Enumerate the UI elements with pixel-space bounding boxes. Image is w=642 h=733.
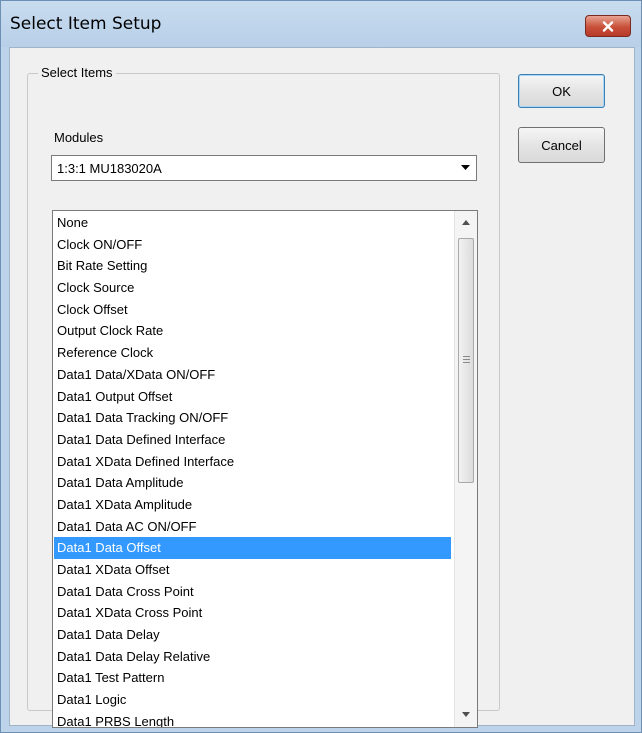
close-button[interactable] bbox=[585, 15, 631, 37]
list-item[interactable]: Data1 Data/XData ON/OFF bbox=[54, 364, 451, 386]
list-item[interactable]: Clock Source bbox=[54, 277, 451, 299]
list-item[interactable]: Data1 Data Tracking ON/OFF bbox=[54, 407, 451, 429]
list-item[interactable]: Data1 Logic bbox=[54, 689, 451, 711]
arrow-up-icon bbox=[462, 219, 470, 225]
ok-button[interactable]: OK bbox=[518, 74, 605, 108]
list-item[interactable]: Clock Offset bbox=[54, 299, 451, 321]
modules-label: Modules bbox=[54, 130, 104, 145]
scroll-down-button[interactable] bbox=[455, 705, 477, 723]
list-item[interactable]: Data1 Data Offset bbox=[54, 537, 451, 559]
list-item[interactable]: Bit Rate Setting bbox=[54, 255, 451, 277]
thumb-grip-line bbox=[463, 362, 470, 363]
modules-dropdown[interactable]: 1:3:1 MU183020A bbox=[51, 155, 477, 181]
list-item[interactable]: Data1 Test Pattern bbox=[54, 667, 451, 689]
title-bar[interactable]: Select Item Setup bbox=[1, 1, 641, 47]
list-item[interactable]: None bbox=[54, 212, 451, 234]
arrow-down-icon bbox=[462, 711, 470, 717]
dialog-window: Select Item Setup Select Items Modules 1… bbox=[0, 0, 642, 733]
list-item[interactable]: Data1 Data Delay bbox=[54, 624, 451, 646]
thumb-grip-line bbox=[463, 356, 470, 357]
list-item[interactable]: Data1 XData Amplitude bbox=[54, 494, 451, 516]
select-items-group: Select Items Modules 1:3:1 MU183020A Non… bbox=[27, 65, 500, 728]
dropdown-button[interactable] bbox=[455, 157, 475, 179]
group-label: Select Items bbox=[38, 65, 116, 80]
list-item[interactable]: Data1 XData Defined Interface bbox=[54, 451, 451, 473]
window-title: Select Item Setup bbox=[10, 14, 162, 34]
dialog-client-area: Select Items Modules 1:3:1 MU183020A Non… bbox=[9, 47, 635, 728]
list-item[interactable]: Clock ON/OFF bbox=[54, 234, 451, 256]
list-item[interactable]: Data1 Data AC ON/OFF bbox=[54, 516, 451, 538]
chevron-down-icon bbox=[460, 165, 470, 170]
items-list: None Clock ON/OFF Bit Rate Setting Clock So… bbox=[54, 212, 451, 727]
vertical-scrollbar[interactable] bbox=[454, 211, 477, 727]
modules-selected-value: 1:3:1 MU183020A bbox=[57, 161, 162, 176]
list-item[interactable]: Data1 Data Defined Interface bbox=[54, 429, 451, 451]
list-item[interactable]: Data1 XData Cross Point bbox=[54, 602, 451, 624]
items-listbox[interactable]: None Clock ON/OFF Bit Rate Setting Clock So… bbox=[52, 210, 478, 728]
list-item[interactable]: Reference Clock bbox=[54, 342, 451, 364]
list-item[interactable]: Data1 Data Cross Point bbox=[54, 581, 451, 603]
list-item[interactable]: Data1 Data Delay Relative bbox=[54, 646, 451, 668]
thumb-grip-line bbox=[463, 359, 470, 360]
list-item[interactable]: Data1 PRBS Length bbox=[54, 711, 451, 727]
scrollbar-thumb[interactable] bbox=[458, 238, 474, 483]
list-item[interactable]: Data1 Data Amplitude bbox=[54, 472, 451, 494]
list-item[interactable]: Data1 XData Offset bbox=[54, 559, 451, 581]
list-item[interactable]: Data1 Output Offset bbox=[54, 386, 451, 408]
list-item[interactable]: Output Clock Rate bbox=[54, 320, 451, 342]
scroll-up-button[interactable] bbox=[455, 213, 477, 231]
cancel-button[interactable]: Cancel bbox=[518, 127, 605, 163]
close-icon bbox=[602, 20, 614, 32]
